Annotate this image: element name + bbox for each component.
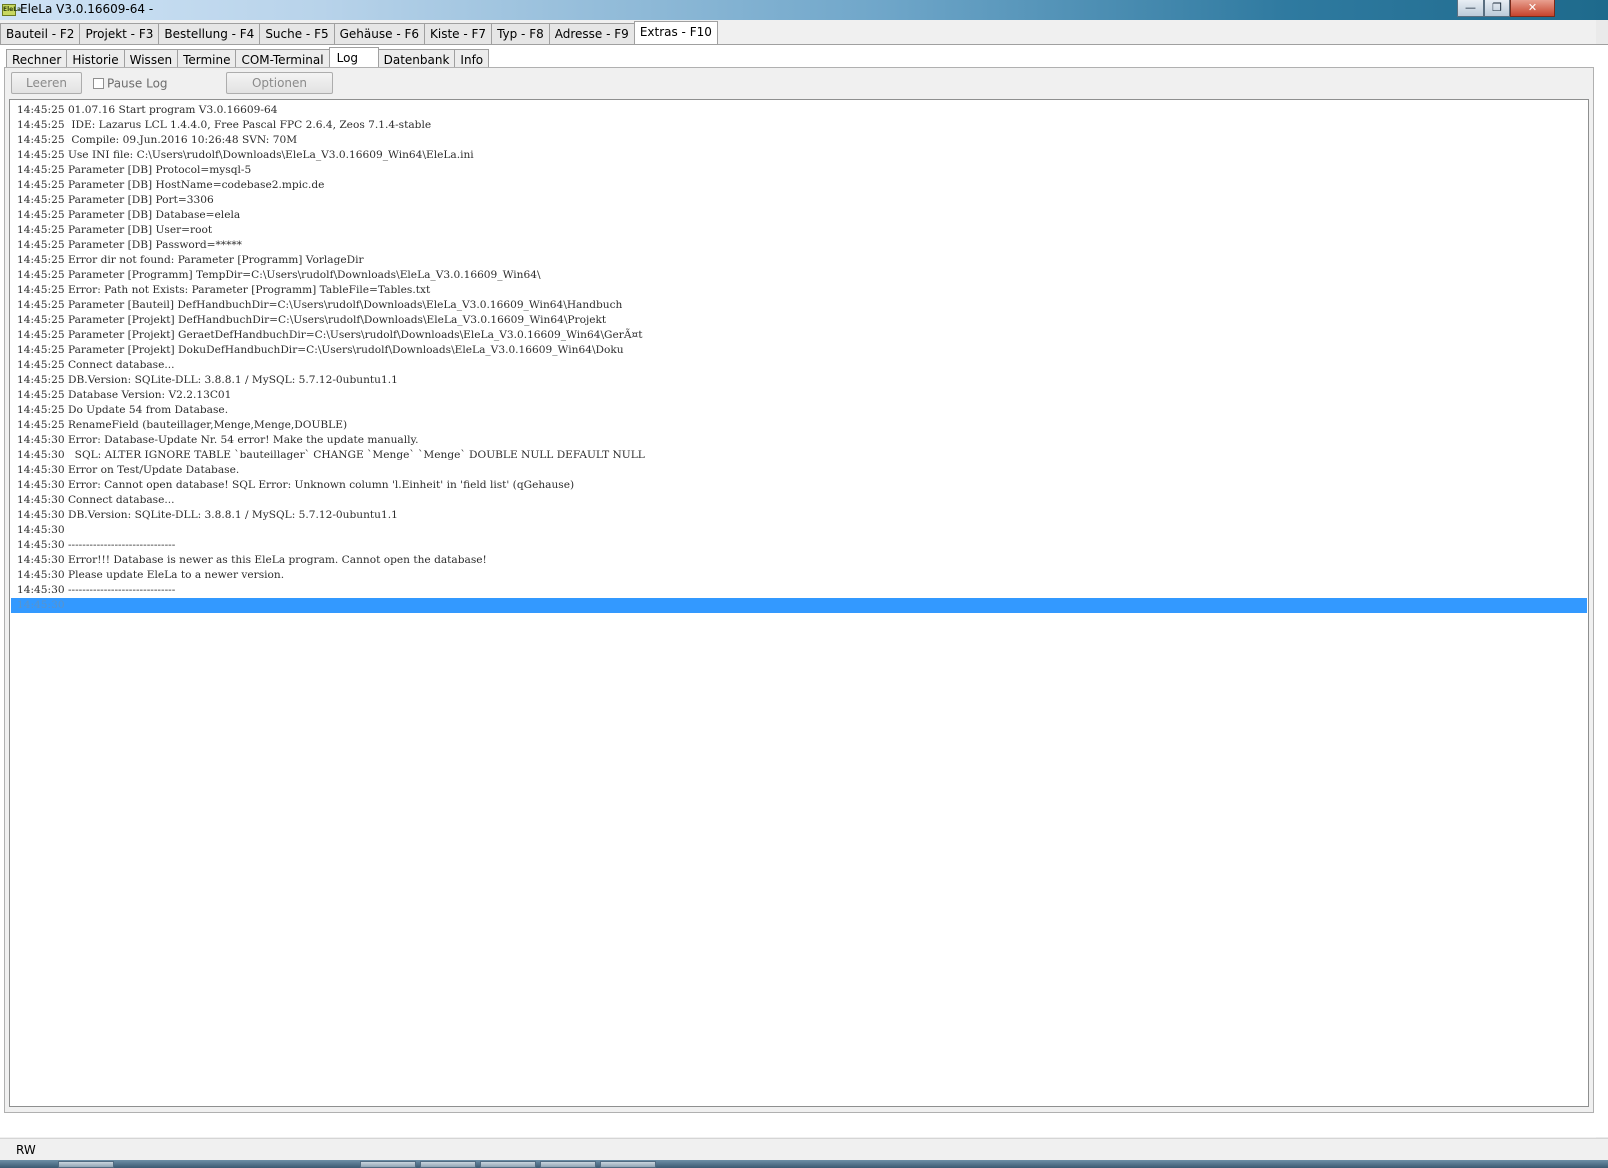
log-line[interactable]: 14:45:30 Error: Database-Update Nr. 54 e… [11, 433, 1587, 448]
taskbar-item[interactable] [420, 1161, 476, 1168]
log-line[interactable]: 14:45:30 Error!!! Database is newer as t… [11, 553, 1587, 568]
title-bar: EleLa EleLa V3.0.16609-64 - — ❐ ✕ [0, 0, 1608, 20]
log-line[interactable]: 14:45:30 Error: Cannot open database! SQ… [11, 478, 1587, 493]
minimize-button[interactable]: — [1457, 0, 1484, 17]
log-line[interactable]: 14:45:25 Parameter [DB] Protocol=mysql-5 [11, 163, 1587, 178]
taskbar-item[interactable] [480, 1161, 536, 1168]
log-line[interactable]: 14:45:30 Connect database... [11, 493, 1587, 508]
log-line[interactable]: 14:45:30 ------------------------------ [11, 583, 1587, 598]
main-tab-bar: Bauteil - F2 Projekt - F3 Bestellung - F4 S… [0, 21, 718, 45]
close-button[interactable]: ✕ [1510, 0, 1555, 17]
log-line[interactable]: 14:45:25 Parameter [DB] Database=elela [11, 208, 1587, 223]
sub-tab[interactable]: Log [328, 47, 379, 69]
log-line[interactable]: 14:45:25 Parameter [Projekt] GeraetDefHa… [11, 328, 1587, 343]
log-line[interactable]: 14:45:25 Do Update 54 from Database. [11, 403, 1587, 418]
log-line[interactable]: 14:45:25 Connect database... [11, 358, 1587, 373]
app-logo-icon: EleLa [2, 4, 21, 16]
log-line[interactable]: 14:45:25 Parameter [DB] Port=3306 [11, 193, 1587, 208]
extras-panel: Rechner Historie Wissen Termine COM-Terminal… [0, 44, 1608, 1137]
sub-tab[interactable]: Info [454, 49, 490, 69]
taskbar-item[interactable] [360, 1161, 416, 1168]
window-title: EleLa V3.0.16609-64 - [20, 2, 154, 16]
main-tab[interactable]: Adresse - F9 [548, 23, 635, 44]
pause-log-label: Pause Log [107, 76, 168, 91]
main-tab[interactable]: Bauteil - F2 [0, 23, 81, 44]
log-line[interactable]: 14:45:25 Parameter [Programm] TempDir=C:… [11, 268, 1587, 283]
log-line[interactable]: 14:45:25 Error: Path not Exists: Paramet… [11, 283, 1587, 298]
log-line[interactable]: 14:45:30 [11, 523, 1587, 538]
sub-tab[interactable]: Datenbank [377, 49, 456, 69]
log-line[interactable]: 14:45:30 SQL: ALTER IGNORE TABLE `bautei… [11, 448, 1587, 463]
log-line[interactable]: 14:45:25 Parameter [Bauteil] DefHandbuch… [11, 298, 1587, 313]
log-line[interactable]: 14:45:25 IDE: Lazarus LCL 1.4.4.0, Free … [11, 118, 1587, 133]
log-line[interactable]: 14:45:30 DB.Version: SQLite-DLL: 3.8.8.1… [11, 508, 1587, 523]
status-mode: RW [16, 1143, 36, 1157]
sub-tab[interactable]: Rechner [6, 49, 68, 69]
main-tab[interactable]: Typ - F8 [491, 23, 550, 44]
log-memo[interactable]: 14:45:25 01.07.16 Start program V3.0.166… [9, 99, 1589, 1107]
sub-tab[interactable]: Termine [177, 49, 237, 69]
log-panel: Leeren Pause Log Optionen 14:45:25 01.07… [4, 67, 1594, 1113]
log-line[interactable]: 14:45:25 Error dir not found: Parameter … [11, 253, 1587, 268]
log-line[interactable]: 14:45:30 [11, 598, 1587, 613]
log-line[interactable]: 14:45:25 Parameter [DB] User=root [11, 223, 1587, 238]
log-line[interactable]: 14:45:30 Error on Test/Update Database. [11, 463, 1587, 478]
sub-tab[interactable]: Wissen [123, 49, 179, 69]
sub-tab[interactable]: COM-Terminal [235, 49, 330, 69]
log-line[interactable]: 14:45:25 01.07.16 Start program V3.0.166… [11, 103, 1587, 118]
log-line[interactable]: 14:45:25 Parameter [DB] Password=***** [11, 238, 1587, 253]
os-taskbar [0, 1160, 1608, 1168]
pause-log-toggle[interactable]: Pause Log [93, 76, 168, 92]
main-tab[interactable]: Suche - F5 [259, 23, 335, 44]
taskbar-item[interactable] [600, 1161, 656, 1168]
pause-log-checkbox[interactable] [93, 78, 104, 89]
main-tab[interactable]: Gehäuse - F6 [333, 23, 426, 44]
log-lines: 14:45:25 01.07.16 Start program V3.0.166… [11, 103, 1587, 613]
log-line[interactable]: 14:45:25 Parameter [Projekt] DefHandbuch… [11, 313, 1587, 328]
log-line[interactable]: 14:45:25 Compile: 09.Jun.2016 10:26:48 S… [11, 133, 1587, 148]
status-bar: RW [0, 1138, 1608, 1161]
clear-log-button[interactable]: Leeren [11, 72, 82, 94]
main-tab[interactable]: Projekt - F3 [79, 23, 160, 44]
main-tab[interactable]: Extras - F10 [633, 21, 718, 44]
taskbar-item[interactable] [58, 1161, 114, 1168]
taskbar-item[interactable] [540, 1161, 596, 1168]
log-line[interactable]: 14:45:25 Database Version: V2.2.13C01 [11, 388, 1587, 403]
log-line[interactable]: 14:45:25 Parameter [Projekt] DokuDefHand… [11, 343, 1587, 358]
log-line[interactable]: 14:45:25 DB.Version: SQLite-DLL: 3.8.8.1… [11, 373, 1587, 388]
log-line[interactable]: 14:45:25 Use INI file: C:\Users\rudolf\D… [11, 148, 1587, 163]
log-line[interactable]: 14:45:30 ------------------------------ [11, 538, 1587, 553]
log-line[interactable]: 14:45:25 Parameter [DB] HostName=codebas… [11, 178, 1587, 193]
log-line[interactable]: 14:45:25 RenameField (bauteillager,Menge… [11, 418, 1587, 433]
main-tab[interactable]: Bestellung - F4 [158, 23, 261, 44]
log-line[interactable]: 14:45:30 Please update EleLa to a newer … [11, 568, 1587, 583]
main-tab[interactable]: Kiste - F7 [424, 23, 493, 44]
options-button[interactable]: Optionen [226, 72, 333, 94]
maximize-button[interactable]: ❐ [1484, 0, 1510, 17]
sub-tab[interactable]: Historie [66, 49, 125, 69]
